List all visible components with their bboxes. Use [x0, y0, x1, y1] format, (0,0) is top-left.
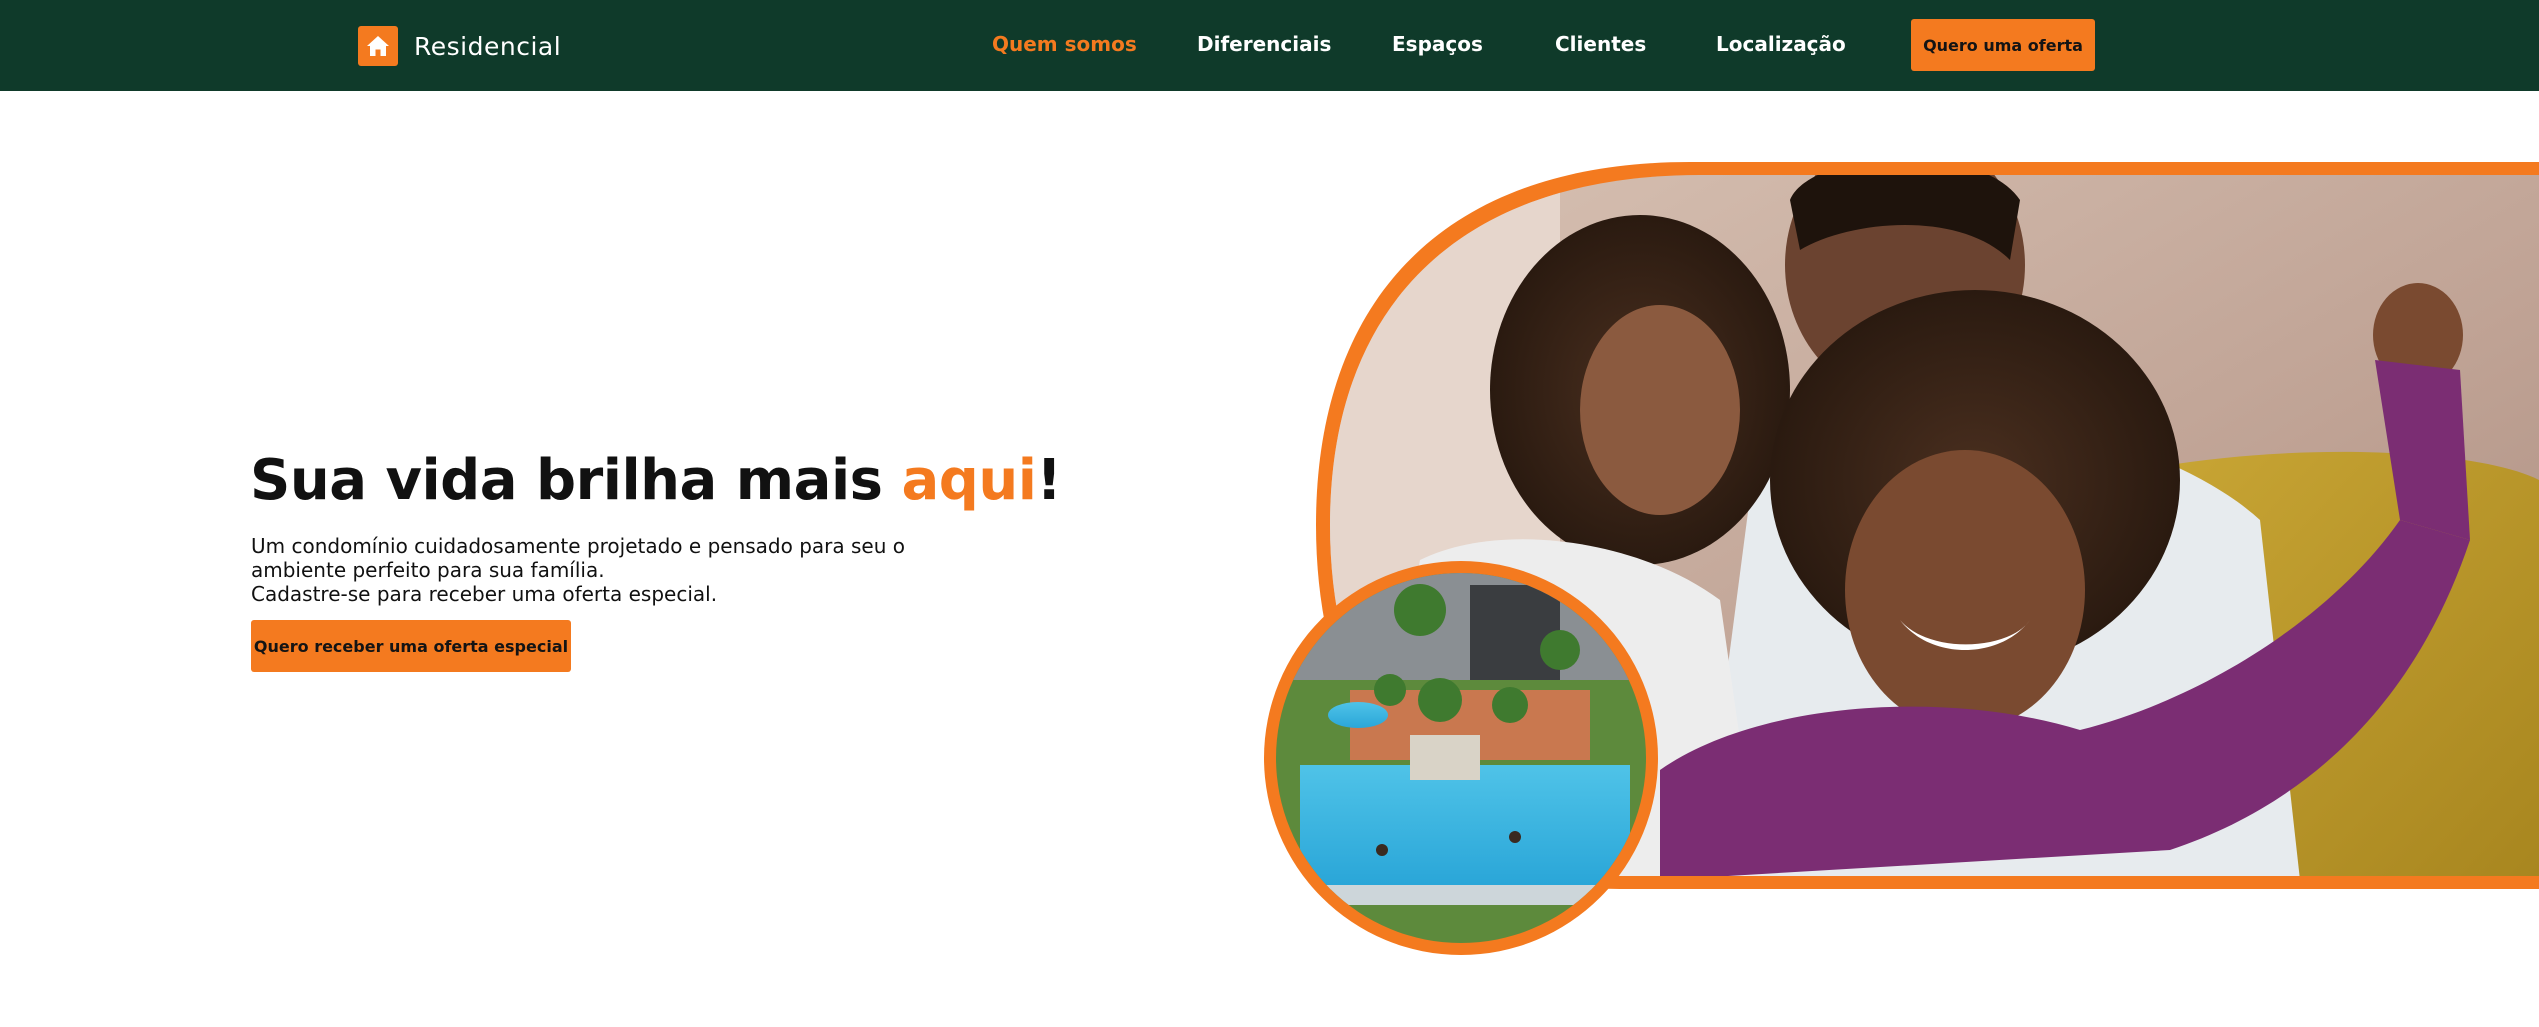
hero-title-accent: aqui	[901, 448, 1037, 513]
hero-description: Um condomínio cuidadosamente projetado e…	[251, 534, 971, 606]
nav-link-quem-somos[interactable]: Quem somos	[992, 32, 1137, 56]
pool-aerial-photo	[1276, 573, 1646, 943]
hero-description-line-2: Cadastre-se para receber uma oferta espe…	[251, 582, 718, 606]
main-photo-frame	[1316, 162, 2539, 889]
nav-link-diferenciais[interactable]: Diferenciais	[1197, 32, 1331, 56]
special-offer-button[interactable]: Quero receber uma oferta especial	[251, 620, 571, 672]
hero-title-end: !	[1036, 448, 1062, 513]
brand-name: Residencial	[414, 31, 562, 61]
hero-title-start: Sua vida brilha mais	[250, 448, 902, 513]
hero-title: Sua vida brilha mais aqui!	[250, 448, 1062, 513]
offer-button[interactable]: Quero uma oferta	[1911, 19, 2095, 71]
nav-link-clientes[interactable]: Clientes	[1555, 32, 1646, 56]
nav-link-espacos[interactable]: Espaços	[1392, 32, 1483, 56]
pool-photo-frame	[1264, 561, 1658, 955]
home-icon	[358, 26, 398, 66]
top-navbar: Residencial Quem somos Diferenciais Espa…	[0, 0, 2539, 91]
hero-description-line-1: Um condomínio cuidadosamente projetado e…	[251, 534, 905, 582]
family-photo	[1330, 175, 2539, 876]
brand-logo[interactable]: Residencial	[358, 26, 561, 66]
nav-link-localizacao[interactable]: Localização	[1716, 32, 1846, 56]
hero-visual	[1264, 162, 2539, 955]
